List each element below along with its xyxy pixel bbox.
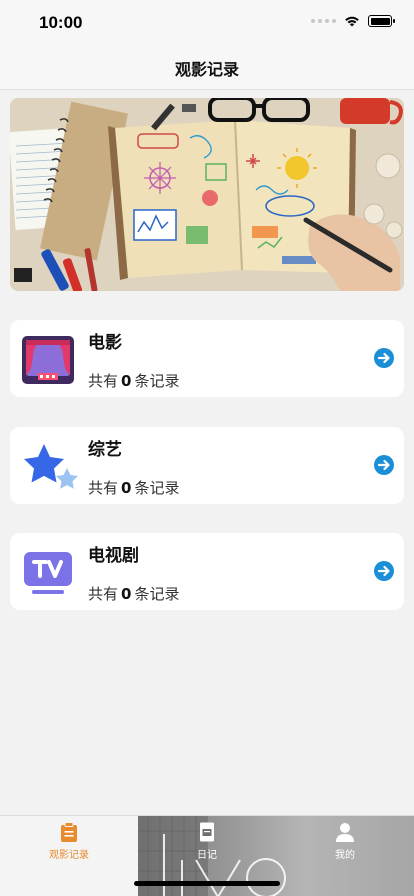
diary-icon: [200, 822, 214, 842]
category-title: 综艺: [88, 440, 122, 460]
category-title: 电影: [88, 333, 122, 353]
clipboard-icon: [61, 822, 77, 842]
arrow-right-circle-icon[interactable]: [374, 348, 394, 368]
battery-icon: [368, 15, 395, 27]
star-icon: [20, 438, 78, 494]
tab-diary[interactable]: 日记: [138, 822, 276, 868]
record-count: 共有 0 条记录: [88, 585, 180, 603]
tab-watch-records[interactable]: 观影记录: [0, 822, 138, 868]
cinema-stage-icon: [20, 331, 76, 387]
record-count: 共有 0 条记录: [88, 479, 180, 497]
tab-label: 我的: [335, 850, 355, 861]
category-title: 电视剧: [88, 546, 139, 566]
banner-image: [10, 98, 404, 291]
tab-profile[interactable]: 我的: [276, 822, 414, 868]
wifi-icon: [345, 16, 359, 27]
tab-label: 观影记录: [49, 850, 89, 861]
tv-icon: [20, 544, 76, 600]
category-card-tv-series[interactable]: 电视剧 共有 0 条记录: [10, 533, 404, 610]
record-count: 共有 0 条记录: [88, 372, 180, 390]
signal-icon: [311, 19, 336, 23]
home-indicator: [134, 881, 280, 886]
page-title: 观影记录: [174, 59, 239, 79]
status-icons: [311, 15, 395, 27]
arrow-right-circle-icon[interactable]: [374, 561, 394, 581]
navigation-bar: 观影记录: [0, 46, 414, 90]
tab-label: 日记: [197, 850, 217, 861]
category-card-movie[interactable]: 电影 共有 0 条记录: [10, 320, 404, 397]
category-card-variety[interactable]: 综艺 共有 0 条记录: [10, 427, 404, 504]
person-icon: [336, 823, 354, 842]
status-time: 10:00: [39, 13, 83, 32]
arrow-right-circle-icon[interactable]: [374, 455, 394, 475]
status-bar: 10:00: [0, 0, 414, 46]
